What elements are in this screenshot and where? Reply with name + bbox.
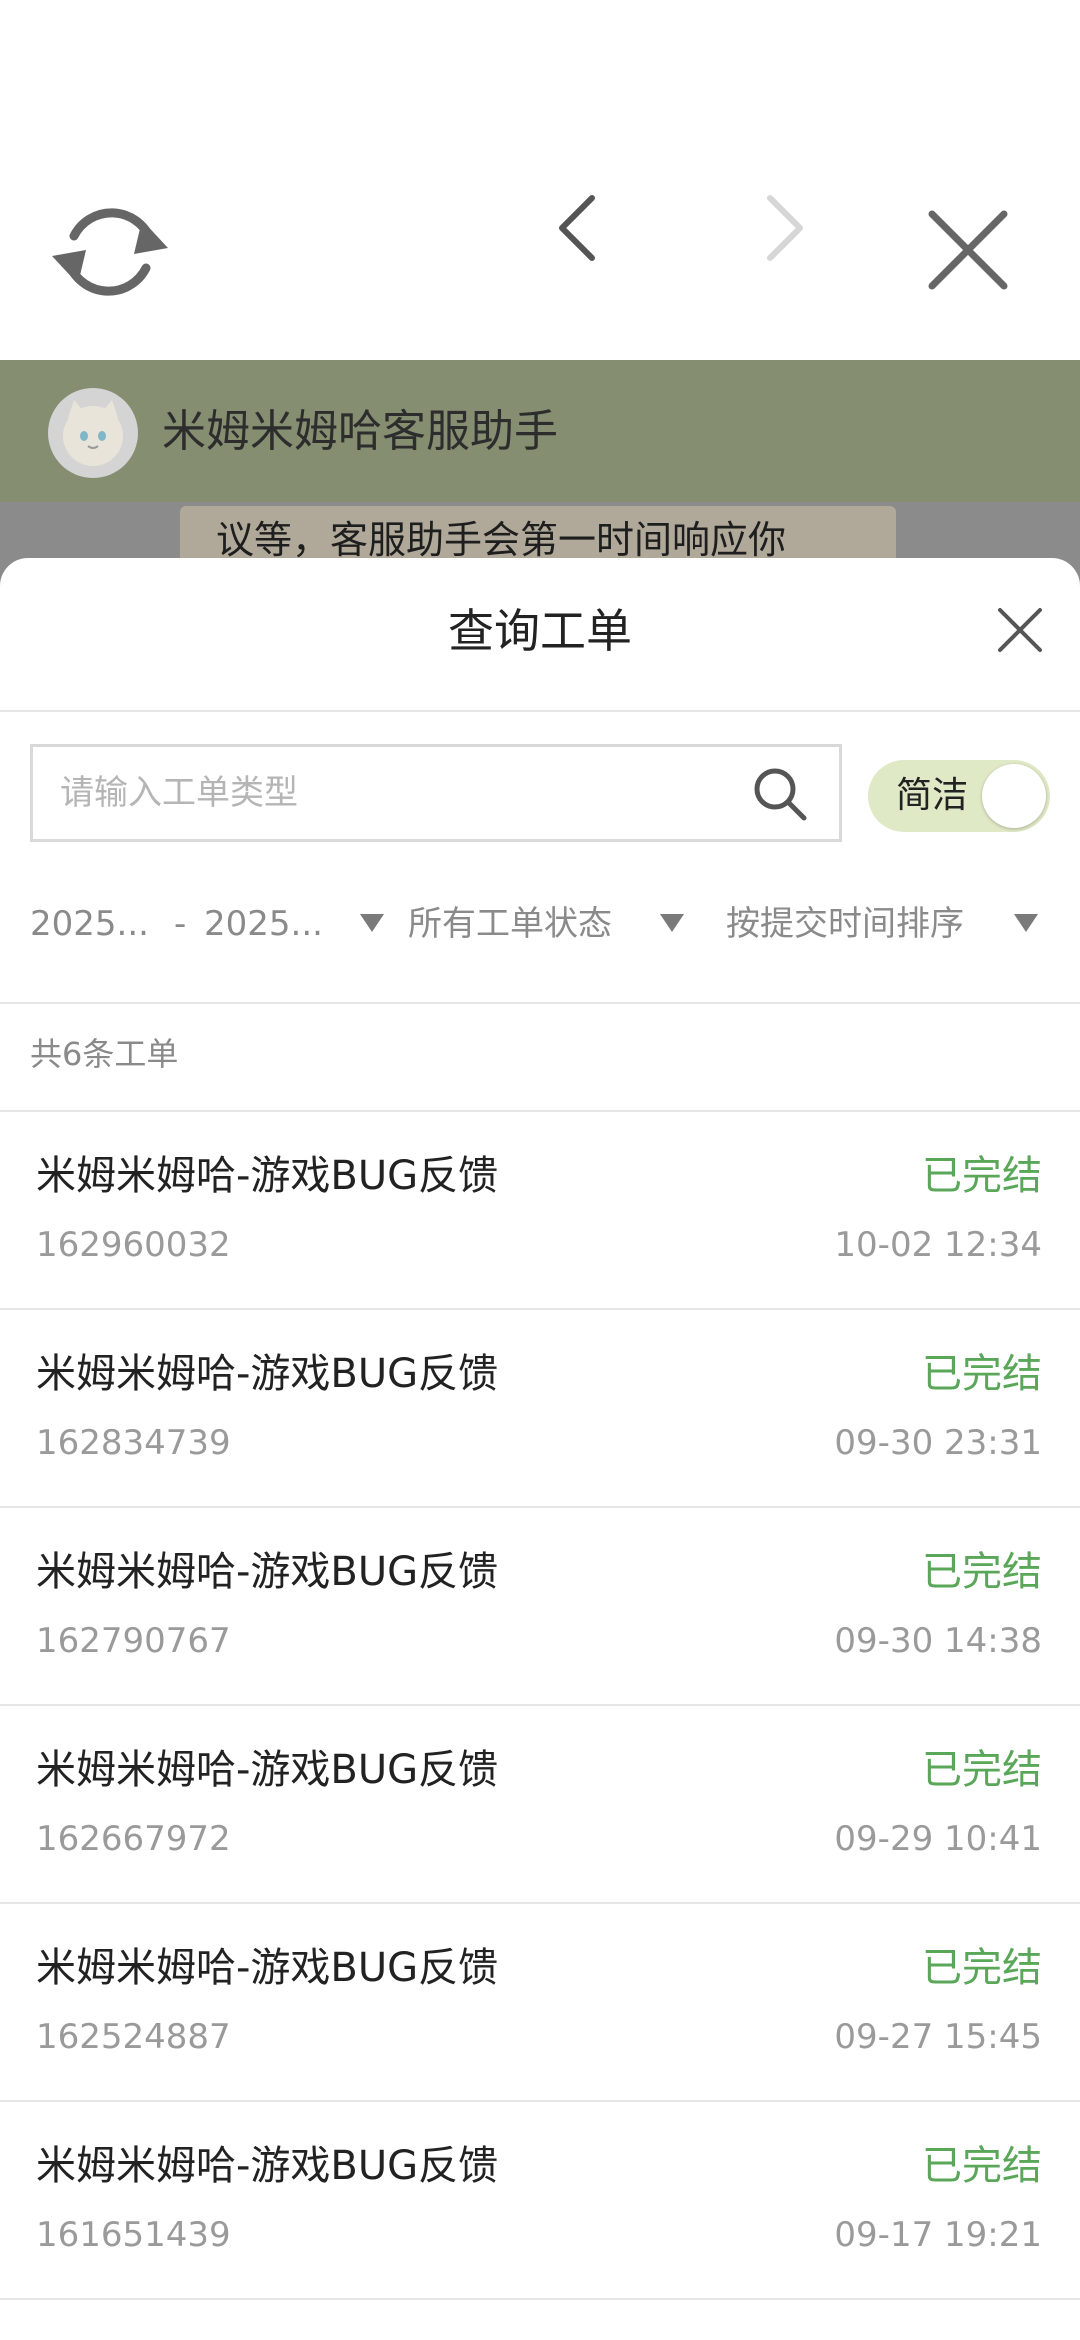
ticket-time: 10-02 12:34 — [834, 1225, 1042, 1265]
chat-title: 米姆米姆哈客服助手 — [162, 406, 558, 457]
ticket-status: 已完结 — [922, 1351, 1042, 1397]
ticket-id: 162790767 — [36, 1621, 231, 1661]
divider — [0, 1002, 1080, 1004]
chevron-left-icon[interactable] — [550, 192, 610, 264]
ticket-item[interactable]: 米姆米姆哈-游戏BUG反馈 已完结 161651439 09-17 19:21 — [0, 2102, 1080, 2300]
ticket-title: 米姆米姆哈-游戏BUG反馈 — [36, 2143, 499, 2189]
ticket-title: 米姆米姆哈-游戏BUG反馈 — [36, 1747, 499, 1793]
close-icon[interactable] — [990, 600, 1050, 660]
status-filter[interactable]: 所有工单状态 — [408, 896, 612, 952]
cat-avatar-icon — [63, 400, 123, 466]
ticket-item[interactable]: 米姆米姆哈-游戏BUG反馈 已完结 162834739 09-30 23:31 — [0, 1310, 1080, 1508]
ticket-time: 09-30 14:38 — [834, 1621, 1042, 1661]
date-dropdown-arrow-icon[interactable] — [360, 914, 384, 932]
ticket-time: 09-29 10:41 — [834, 1819, 1042, 1859]
ticket-time: 09-27 15:45 — [834, 2017, 1042, 2057]
divider — [0, 710, 1080, 712]
ticket-title: 米姆米姆哈-游戏BUG反馈 — [36, 1945, 499, 1991]
sort-filter[interactable]: 按提交时间排序 — [726, 896, 964, 952]
ticket-title: 米姆米姆哈-游戏BUG反馈 — [36, 1351, 499, 1397]
ticket-item[interactable]: 米姆米姆哈-游戏BUG反馈 已完结 162524887 09-27 15:45 — [0, 1904, 1080, 2102]
ticket-status: 已完结 — [922, 1747, 1042, 1793]
ticket-id: 162524887 — [36, 2017, 231, 2057]
toggle-label: 简洁 — [896, 775, 969, 816]
ticket-time: 09-30 23:31 — [834, 1423, 1042, 1463]
ticket-status: 已完结 — [922, 2143, 1042, 2189]
date-start-filter[interactable]: 2025... — [30, 896, 149, 952]
ticket-status: 已完结 — [922, 1153, 1042, 1199]
avatar — [48, 388, 138, 478]
ticket-item[interactable]: 米姆米姆哈-游戏BUG反馈 已完结 162667972 09-29 10:41 — [0, 1706, 1080, 1904]
ticket-id: 162834739 — [36, 1423, 231, 1463]
refresh-icon[interactable] — [44, 186, 176, 318]
close-icon[interactable] — [918, 200, 1018, 300]
status-dropdown-arrow-icon[interactable] — [660, 914, 684, 932]
page: 米姆米姆哈客服助手 议等，客服助手会第一时间响应你 查询工单 简洁 2025..… — [0, 0, 1080, 2340]
ticket-status: 已完结 — [922, 1549, 1042, 1595]
date-separator: - — [174, 904, 187, 944]
search-icon[interactable] — [750, 764, 810, 824]
ticket-item[interactable]: 米姆米姆哈-游戏BUG反馈 已完结 162960032 10-02 12:34 — [0, 1112, 1080, 1310]
ticket-id: 162960032 — [36, 1225, 231, 1265]
ticket-title: 米姆米姆哈-游戏BUG反馈 — [36, 1549, 499, 1595]
toggle-knob[interactable] — [982, 764, 1046, 828]
ticket-list: 米姆米姆哈-游戏BUG反馈 已完结 162960032 10-02 12:34 … — [0, 1112, 1080, 2300]
date-end-filter[interactable]: 2025... — [204, 896, 323, 952]
ticket-status: 已完结 — [922, 1945, 1042, 1991]
browser-toolbar — [0, 0, 1080, 360]
ticket-id: 161651439 — [36, 2215, 231, 2255]
chevron-right-icon[interactable] — [752, 192, 812, 264]
sort-dropdown-arrow-icon[interactable] — [1014, 914, 1038, 932]
ticket-item[interactable]: 米姆米姆哈-游戏BUG反馈 已完结 162790767 09-30 14:38 — [0, 1508, 1080, 1706]
sheet-title: 查询工单 — [448, 604, 632, 658]
ticket-title: 米姆米姆哈-游戏BUG反馈 — [36, 1153, 499, 1199]
ticket-count: 共6条工单 — [30, 1035, 179, 1073]
ticket-time: 09-17 19:21 — [834, 2215, 1042, 2255]
search-input[interactable] — [60, 758, 720, 828]
ticket-id: 162667972 — [36, 1819, 231, 1859]
